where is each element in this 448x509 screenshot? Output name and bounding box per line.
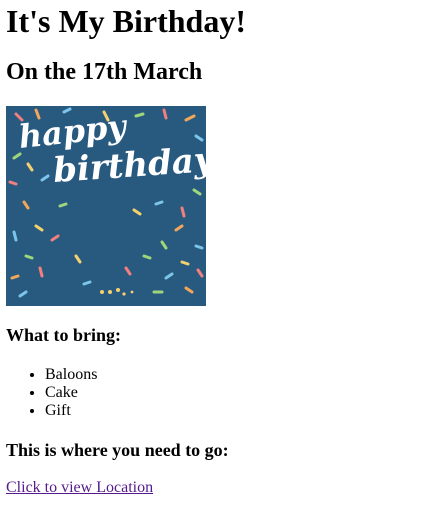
bring-list: Baloons Cake Gift bbox=[6, 366, 97, 420]
list-item: Gift bbox=[45, 402, 97, 420]
page-title: It's My Birthday! bbox=[6, 3, 246, 39]
event-date: On the 17th March bbox=[6, 59, 203, 85]
bring-heading: What to bring: bbox=[6, 325, 122, 345]
location-link[interactable]: Click to view Location bbox=[6, 479, 153, 497]
list-item: Cake bbox=[45, 384, 97, 402]
location-heading: This is where you need to go: bbox=[6, 440, 229, 460]
birthday-card-image: happy birthday bbox=[6, 106, 206, 306]
list-item: Baloons bbox=[45, 366, 97, 384]
